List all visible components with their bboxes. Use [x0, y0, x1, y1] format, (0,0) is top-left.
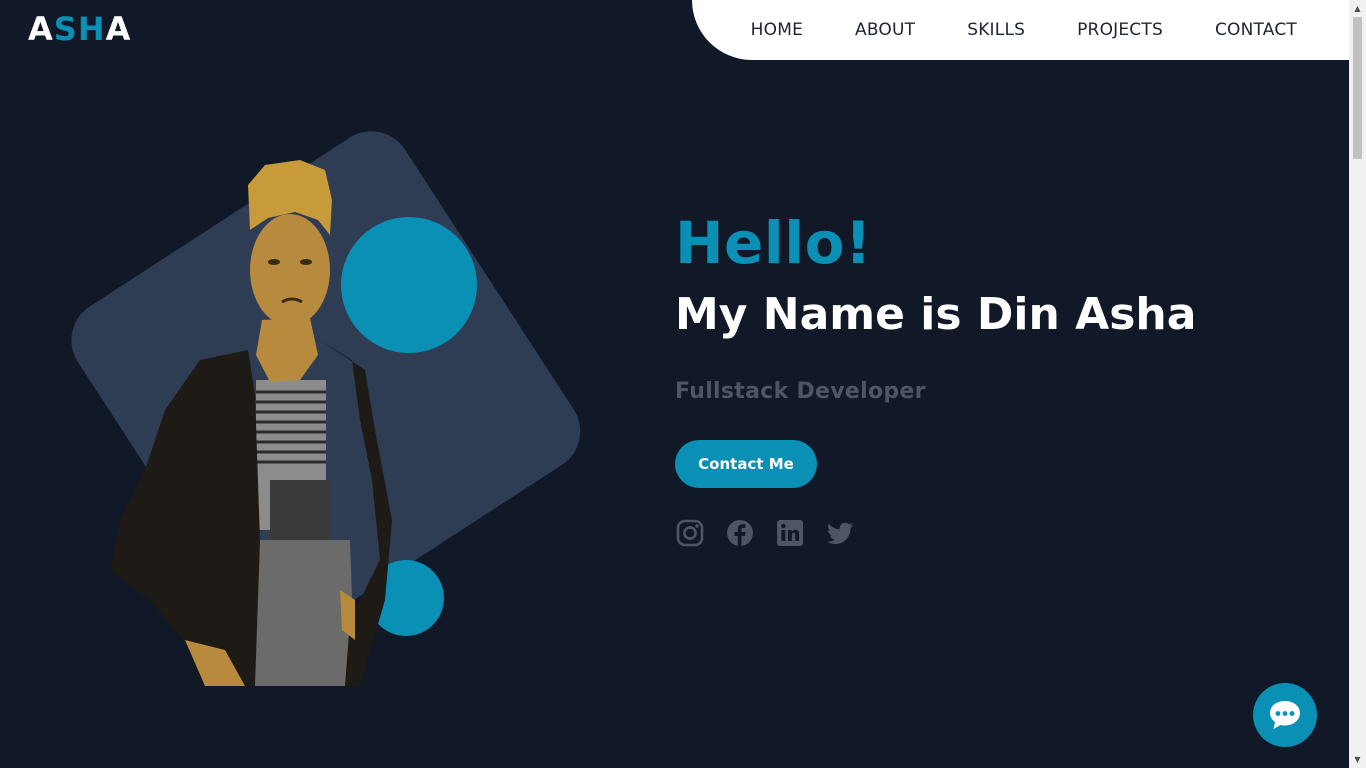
brand-logo[interactable]: ASHA — [28, 10, 131, 48]
main-navbar: HOME ABOUT SKILLS PROJECTS CONTACT — [692, 0, 1349, 60]
page-scrollbar[interactable]: ▲ ▼ — [1349, 0, 1366, 768]
nav-home[interactable]: HOME — [751, 20, 803, 40]
logo-letters-sh: SH — [53, 10, 106, 48]
scrollbar-thumb[interactable] — [1353, 17, 1362, 159]
nav-contact[interactable]: CONTACT — [1215, 20, 1297, 40]
social-links — [675, 518, 1196, 548]
hero-illustration — [71, 131, 581, 686]
nav-skills[interactable]: SKILLS — [967, 20, 1025, 40]
hero-greeting: Hello! — [675, 209, 872, 277]
hero-text-block: Hello! My Name is Din Asha Fullstack Dev… — [675, 205, 1196, 548]
scroll-down-arrow-icon[interactable]: ▼ — [1349, 751, 1366, 768]
hero-role: Fullstack Developer — [675, 379, 926, 404]
hero-name: My Name is Din Asha — [675, 289, 1197, 340]
instagram-icon[interactable] — [675, 518, 705, 548]
contact-me-button[interactable]: Contact Me — [675, 440, 817, 488]
chat-bubble-icon — [1270, 701, 1300, 729]
nav-about[interactable]: ABOUT — [855, 20, 915, 40]
facebook-icon[interactable] — [725, 518, 755, 548]
linkedin-icon[interactable] — [775, 518, 805, 548]
nav-projects[interactable]: PROJECTS — [1077, 20, 1163, 40]
twitter-icon[interactable] — [825, 518, 855, 548]
scroll-up-arrow-icon[interactable]: ▲ — [1349, 0, 1366, 17]
chat-button[interactable] — [1253, 683, 1317, 747]
logo-letter-a-end: A — [105, 10, 132, 48]
accent-circle-large — [341, 217, 477, 353]
logo-letter-a: A — [28, 10, 54, 48]
